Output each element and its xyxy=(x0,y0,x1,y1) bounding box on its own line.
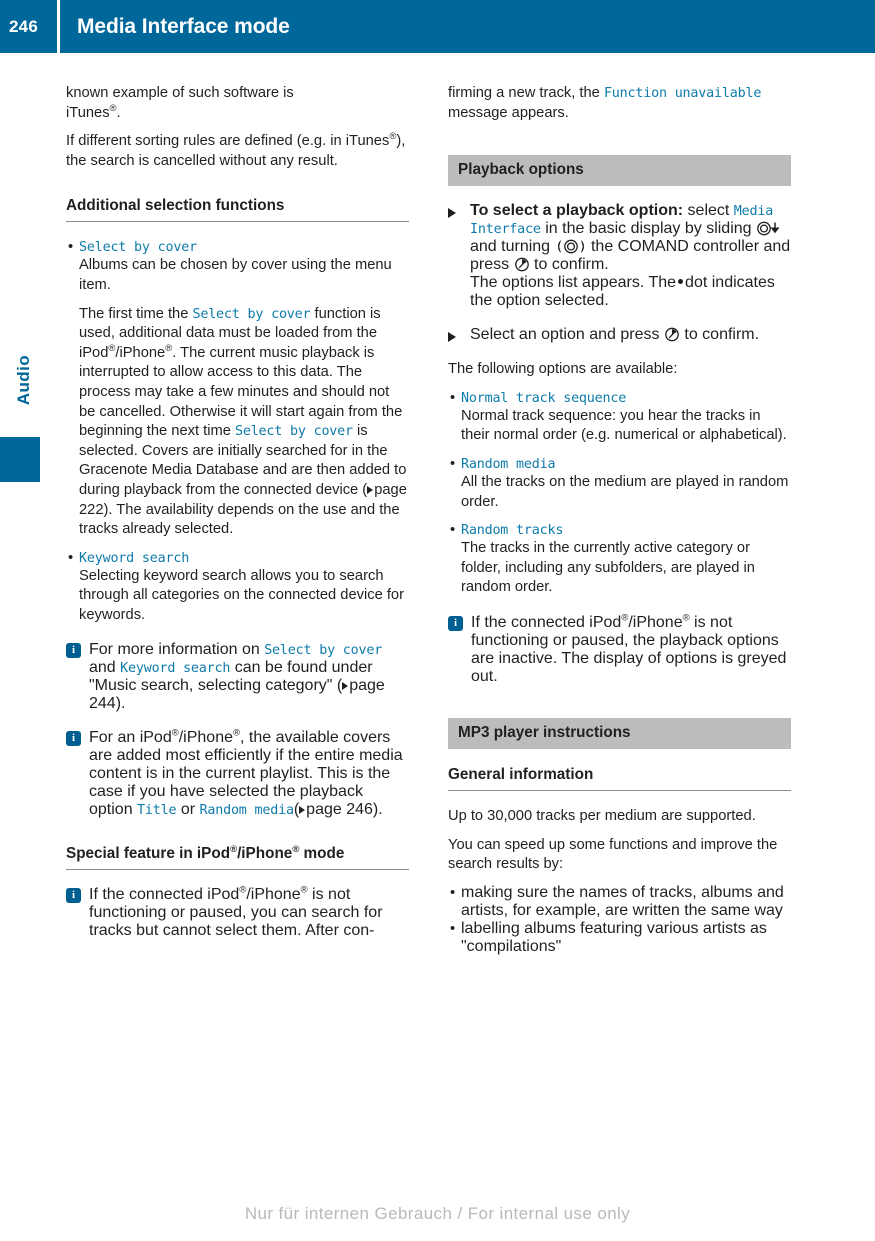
step-arrow-icon xyxy=(448,208,456,219)
info-icon: i xyxy=(66,643,81,659)
menu-item-keyword-search[interactable]: Keyword search xyxy=(79,551,189,566)
tip-text: making sure the names of tracks, albums … xyxy=(461,883,784,919)
para-up-to-tracks: Up to 30,000 tracks per medium are suppo… xyxy=(448,807,756,824)
instruction-step-confirm-option: Select an option and press to confirm. xyxy=(448,326,791,344)
step-bold-lead: To select a playback option: xyxy=(470,202,684,220)
para-following-options: The following options are available: xyxy=(448,361,678,378)
selected-option-dot-icon xyxy=(678,279,684,285)
page-ref-246[interactable]: page 246 xyxy=(306,801,373,818)
page-ref-triangle-icon xyxy=(367,485,374,494)
menu-item-normal-track-sequence[interactable]: Normal track sequence xyxy=(461,391,626,406)
comand-slide-down-icon xyxy=(756,221,782,236)
comand-turn-icon xyxy=(555,239,587,254)
para-normal-track-sequence-body: Normal track sequence: you hear the trac… xyxy=(461,407,787,444)
list-item: • making sure the names of tracks, album… xyxy=(448,884,791,920)
para-random-tracks-body: The tracks in the currently active categ… xyxy=(461,540,755,596)
bullet-icon: • xyxy=(450,920,456,937)
menu-item-select-by-cover-inline[interactable]: Select by cover xyxy=(192,307,310,322)
para-keyword-search-body: Selecting keyword search allows you to s… xyxy=(79,567,404,623)
para-speed-up: You can speed up some functions and impr… xyxy=(448,836,778,873)
bullet-icon: • xyxy=(450,389,456,406)
heading-additional-selection-functions: Additional selection functions xyxy=(66,196,409,223)
bullet-icon: • xyxy=(450,455,456,472)
list-item-body: Normal track sequence: you hear the trac… xyxy=(448,407,791,446)
info-note-not-functioning: i If the connected iPod®/iPhone® is not … xyxy=(66,886,409,940)
page-number: 246 xyxy=(9,16,38,36)
list-item: • Random media xyxy=(448,455,791,473)
menu-item-select-by-cover[interactable]: Select by cover xyxy=(79,240,197,255)
menu-item-keyword-search-ref[interactable]: Keyword search xyxy=(120,661,230,676)
message-function-unavailable: Function unavailable xyxy=(603,86,762,101)
list-item-body: Albums can be chosen by cover using the … xyxy=(66,256,409,539)
info-icon: i xyxy=(448,615,463,631)
para-continued-from-left: firming a new track, the Function unavai… xyxy=(448,85,762,121)
section-band-playback-options: Playback options xyxy=(448,155,791,187)
header-divider xyxy=(57,0,60,53)
step-arrow-icon xyxy=(448,332,456,343)
instruction-step-select-playback-option: To select a playback option: select Medi… xyxy=(448,202,791,310)
comand-press-icon xyxy=(664,327,680,342)
para-albums-chosen: Albums can be chosen by cover using the … xyxy=(79,257,392,293)
tip-text: labelling albums featuring various artis… xyxy=(461,919,767,955)
bullet-icon: • xyxy=(450,884,456,901)
bullet-icon: • xyxy=(68,239,74,256)
section-tab-label: Audio xyxy=(14,355,33,406)
info-note-options-inactive: i If the connected iPod®/iPhone® is not … xyxy=(448,612,791,686)
footer-watermark: Nur für internen Gebrauch / For internal… xyxy=(244,1204,631,1223)
section-band-mp3-player-instructions: MP3 player instructions xyxy=(448,717,791,749)
heading-special-feature: Special feature in iPod®/iPhone® mode xyxy=(66,844,409,871)
list-item-body: The tracks in the currently active categ… xyxy=(448,539,791,598)
left-column: known example of such software is iTunes… xyxy=(66,84,409,940)
menu-item-random-media[interactable]: Random media xyxy=(200,803,295,818)
list-item: • Normal track sequence xyxy=(448,389,791,407)
registered-mark: ® xyxy=(171,728,179,740)
menu-item-random-media-option[interactable]: Random media xyxy=(461,457,556,472)
list-item: • Select by cover xyxy=(66,238,409,256)
para-sorting-rules: If different sorting rules are defined (… xyxy=(66,131,406,169)
info-note-more-information: i For more information on Select by cove… xyxy=(66,641,409,713)
menu-item-select-by-cover-ref[interactable]: Select by cover xyxy=(264,643,382,658)
heading-general-information: General information xyxy=(448,765,791,791)
registered-mark: ® xyxy=(232,728,240,740)
registered-mark: ® xyxy=(682,612,690,624)
page-header: 246 Media Interface mode xyxy=(0,0,875,53)
info-icon: i xyxy=(66,888,81,904)
page-title: Media Interface mode xyxy=(77,14,290,38)
bullet-icon: • xyxy=(68,549,74,566)
registered-mark: ® xyxy=(109,102,117,114)
info-icon: i xyxy=(66,731,81,747)
list-item-body: Selecting keyword search allows you to s… xyxy=(66,567,409,626)
list-item-body: All the tracks on the medium are played … xyxy=(448,473,791,512)
para-first-time-cover: The first time the Select by cover funct… xyxy=(79,305,407,538)
info-note-ipod-covers: i For an iPod®/iPhone®, the available co… xyxy=(66,729,409,819)
para-known-example: known example of such software is iTunes… xyxy=(66,85,294,121)
page-ref-triangle-icon xyxy=(299,806,306,815)
bullet-icon: • xyxy=(450,522,456,539)
menu-item-select-by-cover-inline-2[interactable]: Select by cover xyxy=(235,424,353,439)
registered-mark: ® xyxy=(230,844,238,856)
right-column: firming a new track, the Function unavai… xyxy=(448,84,791,956)
menu-item-random-tracks-option[interactable]: Random tracks xyxy=(461,523,563,538)
list-item: • Random tracks xyxy=(448,521,791,539)
list-item: • labelling albums featuring various art… xyxy=(448,920,791,956)
menu-item-title[interactable]: Title xyxy=(137,803,177,818)
registered-mark: ® xyxy=(300,885,308,897)
page-ref-triangle-icon xyxy=(342,682,349,691)
comand-press-icon xyxy=(514,257,530,272)
para-random-media-body: All the tracks on the medium are played … xyxy=(461,473,789,510)
list-item: • Keyword search xyxy=(66,549,409,567)
section-tab-marker xyxy=(0,437,40,482)
